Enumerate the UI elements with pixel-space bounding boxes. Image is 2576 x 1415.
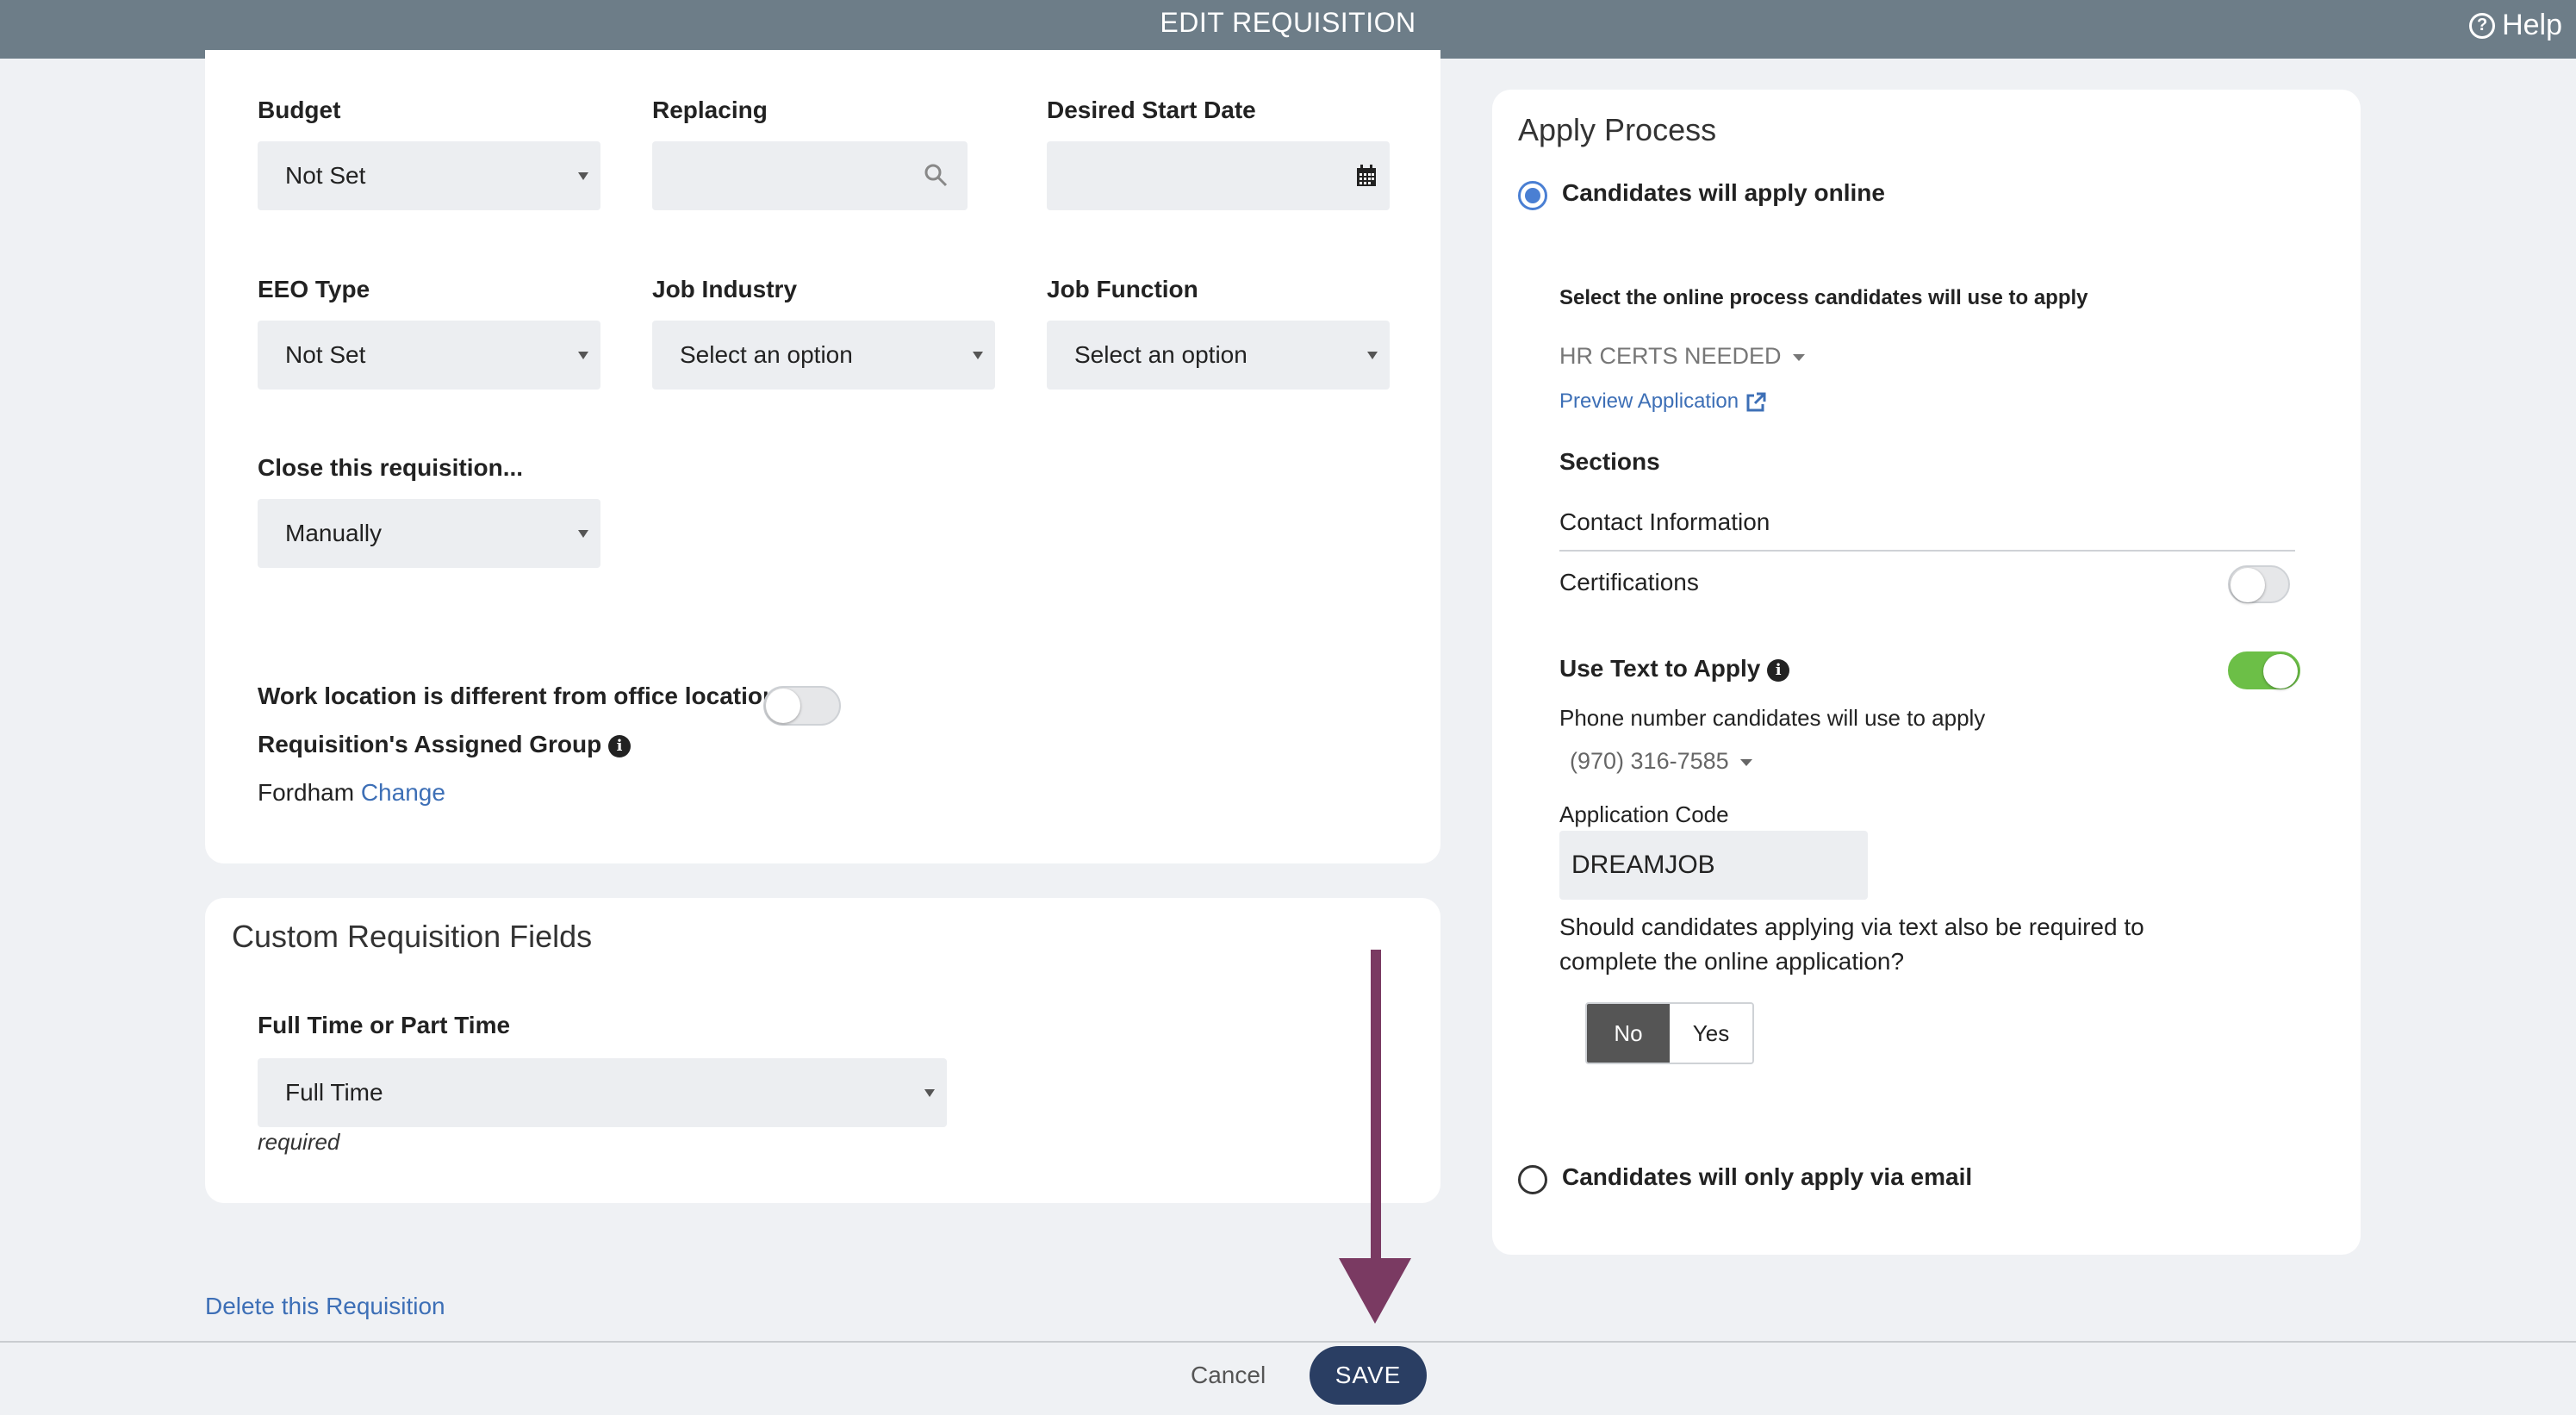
custom-fields-title: Custom Requisition Fields <box>232 919 593 954</box>
close-requisition-label: Close this requisition... <box>258 454 524 481</box>
chevron-down-icon <box>578 172 588 180</box>
chevron-down-icon <box>924 1089 935 1097</box>
job-function-select[interactable]: Select an option <box>1047 321 1390 390</box>
help-label: Help <box>2502 9 2562 41</box>
chevron-down-icon <box>578 530 588 538</box>
app-code-input[interactable]: DREAMJOB <box>1559 831 1868 900</box>
toggle-knob <box>766 689 800 723</box>
no-option-button[interactable]: No <box>1587 1004 1670 1063</box>
external-link-icon <box>1746 392 1766 412</box>
section-divider <box>1559 550 2295 552</box>
help-link[interactable]: ? Help <box>2469 9 2562 42</box>
caret-down-icon <box>1740 758 1753 766</box>
calendar-icon[interactable] <box>1355 164 1378 188</box>
select-process-label: Select the online process candidates wil… <box>1559 286 2088 309</box>
assigned-group-label: Requisition's Assigned Group i <box>258 731 631 758</box>
job-industry-select[interactable]: Select an option <box>652 321 995 390</box>
job-industry-value: Select an option <box>680 341 853 368</box>
text-to-apply-label-text: Use Text to Apply <box>1559 655 1761 682</box>
chevron-down-icon <box>578 352 588 359</box>
process-dropdown[interactable]: HR CERTS NEEDED <box>1559 343 1806 370</box>
apply-email-radio[interactable] <box>1518 1165 1547 1194</box>
chevron-down-icon <box>1367 352 1378 359</box>
replacing-label: Replacing <box>652 97 768 123</box>
phone-label: Phone number candidates will use to appl… <box>1559 705 1986 731</box>
apply-email-label: Candidates will only apply via email <box>1562 1163 1973 1190</box>
require-online-question: Should candidates applying via text also… <box>1559 910 2144 979</box>
desired-start-date-label: Desired Start Date <box>1047 97 1256 123</box>
job-industry-label: Job Industry <box>652 276 798 302</box>
info-icon[interactable]: i <box>608 734 631 757</box>
eeo-type-value: Not Set <box>285 341 366 368</box>
annotation-arrow-shaft <box>1371 950 1381 1275</box>
section-contact-information: Contact Information <box>1559 508 1770 535</box>
preview-application-link[interactable]: Preview Application <box>1559 390 1767 414</box>
caret-down-icon <box>1793 353 1806 361</box>
require-online-question-line-2: complete the online application? <box>1559 948 1905 975</box>
page-title: EDIT REQUISITION <box>1160 7 1416 38</box>
yes-option-button[interactable]: Yes <box>1670 1004 1752 1063</box>
budget-select[interactable]: Not Set <box>258 141 600 210</box>
full-time-part-time-select[interactable]: Full Time <box>258 1058 947 1127</box>
process-value: HR CERTS NEEDED <box>1559 343 1782 369</box>
certifications-toggle[interactable] <box>2228 565 2290 603</box>
job-function-label: Job Function <box>1047 276 1198 302</box>
budget-value: Not Set <box>285 162 366 189</box>
work-location-toggle[interactable] <box>763 686 841 726</box>
change-group-link[interactable]: Change <box>361 779 445 806</box>
toggle-knob <box>2231 568 2265 602</box>
full-time-part-time-value: Full Time <box>285 1079 383 1106</box>
assigned-group-label-text: Requisition's Assigned Group <box>258 731 602 757</box>
assigned-group-value: Fordham <box>258 779 355 806</box>
budget-label: Budget <box>258 97 341 123</box>
apply-online-radio[interactable] <box>1518 181 1547 210</box>
required-note: required <box>258 1129 340 1155</box>
text-to-apply-toggle[interactable] <box>2228 651 2300 689</box>
apply-online-label: Candidates will apply online <box>1562 179 1885 206</box>
cancel-button[interactable]: Cancel <box>1191 1362 1266 1389</box>
chevron-down-icon <box>973 352 983 359</box>
replacing-input[interactable] <box>652 141 968 210</box>
section-certifications: Certifications <box>1559 569 1699 595</box>
phone-dropdown[interactable]: (970) 316-7585 <box>1570 748 1753 775</box>
preview-application-label: Preview Application <box>1559 390 1739 413</box>
search-icon[interactable] <box>923 162 949 188</box>
delete-requisition-link[interactable]: Delete this Requisition <box>205 1293 445 1320</box>
eeo-type-select[interactable]: Not Set <box>258 321 600 390</box>
app-code-label: Application Code <box>1559 801 1729 827</box>
work-location-label: Work location is different from office l… <box>258 683 778 709</box>
close-requisition-value: Manually <box>285 520 383 546</box>
apply-process-title: Apply Process <box>1518 112 1717 147</box>
close-requisition-select[interactable]: Manually <box>258 499 600 568</box>
eeo-type-label: EEO Type <box>258 276 370 302</box>
desired-start-date-input[interactable] <box>1047 141 1390 210</box>
job-function-value: Select an option <box>1074 341 1248 368</box>
sections-label: Sections <box>1559 448 1660 475</box>
save-button[interactable]: SAVE <box>1310 1346 1427 1405</box>
annotation-arrow-head <box>1339 1258 1411 1324</box>
assigned-group: Fordham Change <box>258 779 445 807</box>
require-online-question-line-1: Should candidates applying via text also… <box>1559 913 2144 940</box>
toggle-knob <box>2263 654 2298 689</box>
phone-value: (970) 316-7585 <box>1570 748 1729 774</box>
info-icon[interactable]: i <box>1767 658 1790 682</box>
app-code-value: DREAMJOB <box>1571 851 1715 879</box>
require-online-segmented: No Yes <box>1585 1002 1754 1064</box>
question-circle-icon: ? <box>2469 12 2496 39</box>
full-time-part-time-label: Full Time or Part Time <box>258 1012 511 1038</box>
text-to-apply-label: Use Text to Apply i <box>1559 655 1790 683</box>
footer-bar <box>0 1341 2576 1415</box>
